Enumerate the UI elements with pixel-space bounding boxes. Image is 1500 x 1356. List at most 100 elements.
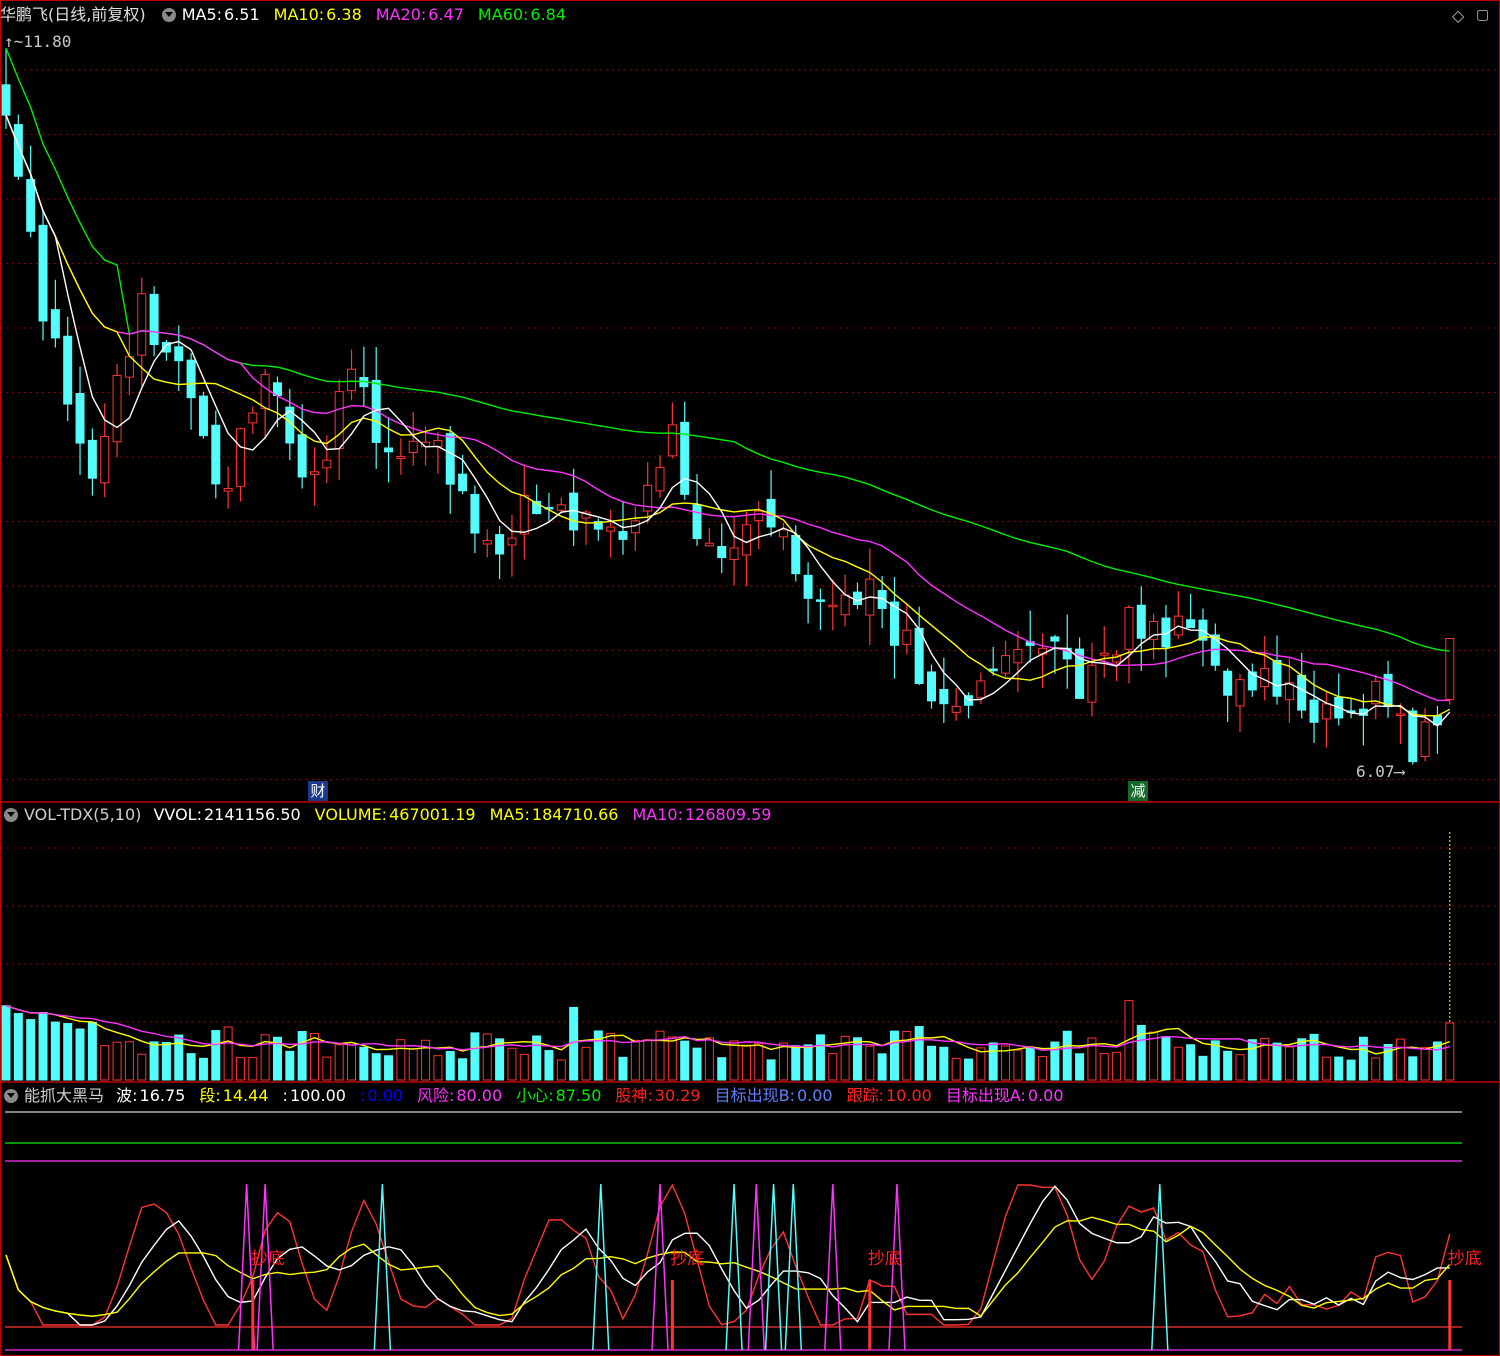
candle-body [198, 395, 208, 437]
chart-canvas [0, 0, 1500, 1356]
legend-item: :100.00 [283, 1086, 353, 1105]
legend-value: 100.00 [289, 1086, 346, 1105]
volume-bar [754, 1042, 764, 1081]
candle-body [1297, 674, 1307, 711]
volume-bar [1025, 1046, 1035, 1081]
legend-label: 小心: [516, 1086, 554, 1105]
candle-body [1420, 721, 1430, 758]
volume-bar [1383, 1043, 1393, 1081]
volume-bar [1186, 1044, 1196, 1081]
candle-body [26, 179, 36, 232]
dropdown-icon[interactable] [161, 8, 176, 22]
volume-bar [26, 1019, 36, 1081]
volume-bar [1235, 1054, 1245, 1081]
volume-bar [704, 1037, 714, 1081]
volume-bar [211, 1030, 221, 1081]
volume-bar [741, 1044, 751, 1081]
reduce-tag[interactable]: 减 [1128, 781, 1148, 801]
legend-value: 6.84 [530, 5, 567, 24]
indicator-name: 能抓大黑马 [24, 1086, 105, 1105]
volume-bar [1284, 1046, 1294, 1081]
legend-item: MA10: 6.38 [274, 5, 369, 24]
high-price-value: 11.80 [23, 32, 72, 51]
volume-bar [1321, 1056, 1331, 1081]
legend-value: 80.00 [456, 1086, 503, 1105]
candle-body [1235, 679, 1245, 707]
legend-label: 风险: [416, 1086, 455, 1105]
volume-bar [1334, 1056, 1344, 1081]
candle-body [38, 224, 48, 322]
candle-body [470, 493, 480, 534]
diamond-icon[interactable]: ◇ [1452, 6, 1464, 25]
signal-spike [764, 1183, 783, 1351]
candle-body [667, 424, 677, 457]
candle-body [741, 524, 751, 556]
volume-bar [951, 1057, 961, 1081]
candle-body [1186, 619, 1196, 628]
vol-ma10-line [5, 1005, 1450, 1051]
dropdown-icon[interactable] [4, 808, 18, 822]
stock-name: 华鹏飞 [0, 5, 49, 24]
dropdown-icon[interactable] [4, 1089, 18, 1103]
maximize-icon[interactable]: ▢ [1476, 7, 1489, 23]
candle-body [384, 447, 394, 453]
candle-body [828, 604, 838, 608]
candle-body [717, 546, 727, 559]
candle-body [1223, 670, 1233, 696]
candle-body [112, 374, 122, 443]
legend-value: 16.75 [139, 1086, 186, 1105]
candle-body [815, 599, 825, 602]
volume-bar [618, 1056, 628, 1081]
candle-body [655, 467, 665, 492]
ma20-line [5, 114, 1450, 702]
volume-bar [408, 1048, 418, 1081]
legend-value: 2141156.50 [203, 805, 301, 824]
volume-bar [1038, 1056, 1048, 1081]
candle-body [223, 488, 233, 492]
legend-item: MA5: 184710.66 [490, 805, 626, 824]
candle-body [75, 393, 85, 444]
legend-label: 股神: [615, 1086, 653, 1105]
volume-bar [371, 1053, 381, 1081]
candle-body [1321, 703, 1331, 720]
candle-body [186, 359, 196, 399]
candle-body [1260, 668, 1270, 688]
legend-value: 6.47 [428, 5, 464, 24]
volume-bar [75, 1028, 85, 1081]
candle-body [50, 309, 60, 339]
volume-bar [334, 1044, 344, 1081]
volume-bar [347, 1044, 357, 1081]
legend-label: MA10: [632, 805, 683, 824]
legend-label: MA20: [375, 5, 427, 24]
candle-body [692, 504, 702, 540]
candle-body [927, 671, 936, 702]
volume-bar [729, 1040, 739, 1081]
candle-body [211, 424, 221, 485]
candle-body [310, 471, 319, 475]
volume-bar [1445, 1022, 1455, 1081]
candle-body [458, 473, 468, 492]
volume-bar [50, 1021, 60, 1081]
volume-bar [877, 1053, 887, 1081]
finance-tag[interactable]: 财 [308, 781, 328, 801]
volume-bar [310, 1032, 319, 1081]
volume-bar [1408, 1056, 1418, 1081]
volume-bar [766, 1059, 776, 1081]
signal-spike [373, 1183, 392, 1351]
high-price-marker: ↑~11.80 [4, 32, 72, 51]
volume-bar [13, 1013, 23, 1081]
volume-bar [198, 1057, 208, 1081]
indicator-lines [5, 1111, 1462, 1351]
volume-panel-header: VOL-TDX(5,10) VVOL: 2141156.50 VOLUME: 4670… [0, 802, 792, 828]
candle-body [729, 547, 739, 560]
signal-spike [747, 1183, 766, 1351]
legend-item: 股神: 30.29 [615, 1086, 707, 1105]
volume-bar [507, 1047, 517, 1081]
candle-body [495, 534, 505, 555]
volume-bar [544, 1050, 554, 1081]
volume-bar [235, 1057, 245, 1081]
legend-label: 目标出现A: [945, 1086, 1026, 1105]
legend-label: VVOL: [153, 805, 202, 824]
candle-body [433, 439, 443, 447]
period-label: (日线,前复权) [48, 5, 146, 24]
